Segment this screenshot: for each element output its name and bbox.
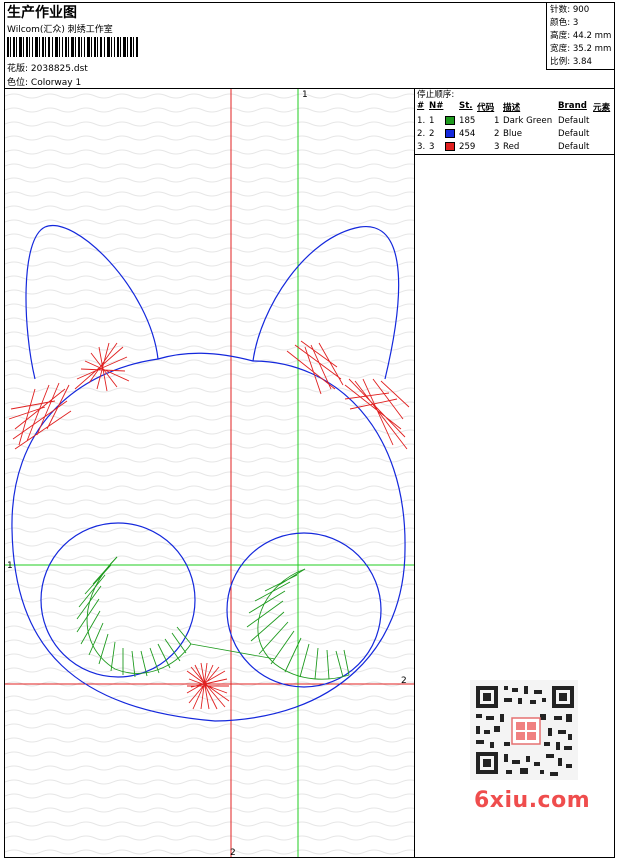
- row-brand: Default: [558, 116, 590, 126]
- col-desc: 描述: [503, 103, 521, 113]
- color-swatch-red: [445, 142, 455, 151]
- table-row[interactable]: 3. 3 259 3 Red Default: [417, 141, 613, 154]
- row-num: 3.: [417, 142, 426, 152]
- row-st: 185: [459, 116, 476, 126]
- stat-stitches: 针数: 900: [550, 5, 590, 15]
- row-num: 2.: [417, 129, 426, 139]
- row-st: 259: [459, 142, 476, 152]
- qr-code: [470, 680, 578, 780]
- row-desc: Blue: [503, 129, 523, 139]
- stop-sequence-header: # N# St. 代码 描述 Brand 元素: [417, 101, 613, 113]
- col-num: #: [417, 101, 425, 111]
- stat-scale: 比例: 3.84: [550, 57, 592, 67]
- page-title: 生产作业图: [7, 5, 77, 21]
- color-swatch-green: [445, 116, 455, 125]
- colorway-info: 色位: Colorway 1: [7, 75, 81, 88]
- design-file-info: 花版: 2038825.dst: [7, 61, 88, 74]
- row-desc: Dark Green: [503, 116, 553, 126]
- stat-colors: 颜色: 3: [550, 18, 579, 28]
- design-file-name: 2038825.dst: [30, 64, 88, 74]
- row-num: 1.: [417, 116, 426, 126]
- watermark-text: 6xiu.com: [474, 788, 591, 813]
- stats-panel: 针数: 900 颜色: 3 高度: 44.2 mm 宽度: 35.2 mm 比例…: [546, 2, 615, 70]
- stop-sequence-title: 停止顺序:: [417, 90, 455, 100]
- row-code: 3: [494, 142, 500, 152]
- panel-divider: [414, 88, 415, 858]
- axis-marker-right: 2: [401, 676, 407, 686]
- color-swatch-blue: [445, 129, 455, 138]
- table-row[interactable]: 1. 1 185 1 Dark Green Default: [417, 115, 613, 128]
- embroidery-preview: 1 1 2 2: [5, 89, 414, 857]
- axis-marker-bottom: 2: [230, 848, 236, 857]
- col-brand: Brand: [558, 101, 587, 111]
- col-element: 元素: [593, 103, 611, 113]
- row-code: 1: [494, 116, 500, 126]
- colorway-label: 色位:: [7, 78, 29, 88]
- stat-height: 高度: 44.2 mm: [550, 31, 612, 41]
- col-st: St.: [459, 101, 473, 111]
- barcode: [7, 37, 138, 57]
- table-row[interactable]: 2. 2 454 2 Blue Default: [417, 128, 613, 141]
- company-name: Wilcom(汇众) 刺绣工作室: [7, 25, 113, 35]
- table-divider: [414, 154, 615, 155]
- row-st: 454: [459, 129, 476, 139]
- col-code: 代码: [477, 103, 495, 113]
- col-n: N#: [429, 101, 444, 111]
- row-brand: Default: [558, 129, 590, 139]
- axis-marker-top: 1: [302, 90, 308, 100]
- row-desc: Red: [503, 142, 520, 152]
- row-brand: Default: [558, 142, 590, 152]
- row-n: 3: [429, 142, 435, 152]
- stat-width: 宽度: 35.2 mm: [550, 44, 612, 54]
- design-file-label: 花版:: [7, 64, 29, 74]
- row-n: 2: [429, 129, 435, 139]
- row-code: 2: [494, 129, 500, 139]
- row-n: 1: [429, 116, 435, 126]
- axis-marker-left: 1: [7, 561, 13, 571]
- colorway-name: Colorway 1: [30, 78, 82, 88]
